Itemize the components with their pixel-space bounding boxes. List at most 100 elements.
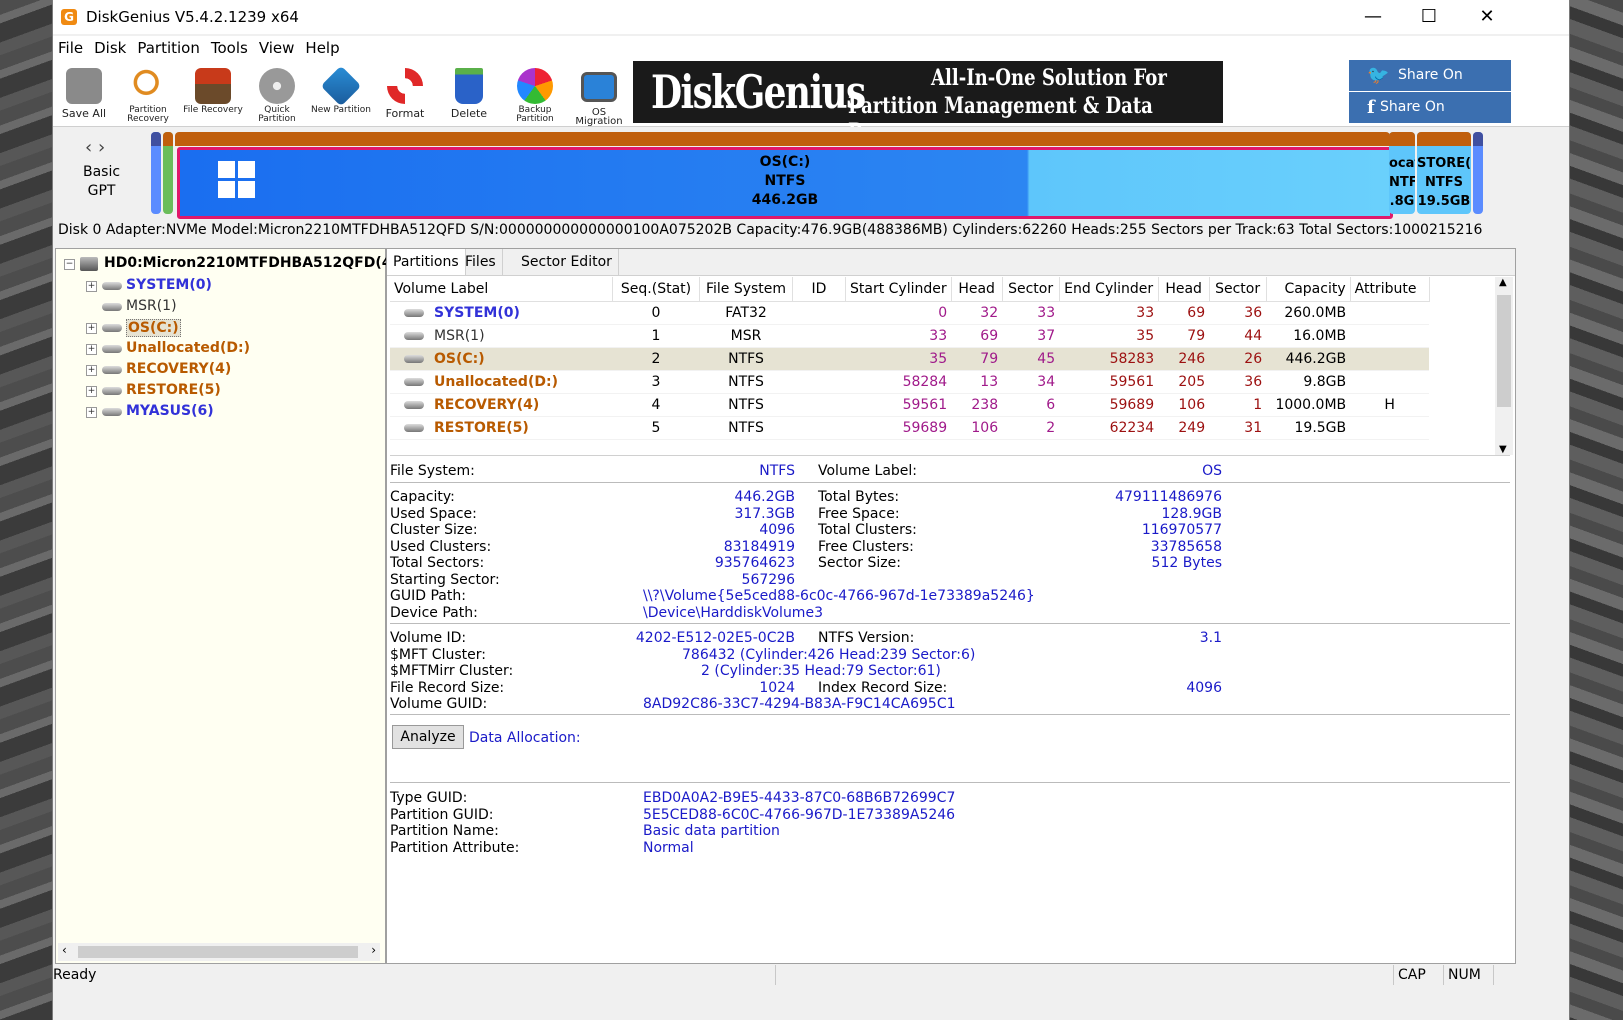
drive-icon (102, 408, 122, 416)
cell-head: 69 (951, 324, 1003, 348)
partition-os-fs: NTFS (764, 173, 806, 189)
col-id[interactable]: ID (792, 277, 846, 302)
close-button[interactable]: ✕ (1459, 0, 1515, 34)
title-bar: G DiskGenius V5.4.2.1239 x64 — ☐ ✕ (53, 0, 1569, 34)
partition-segment-msr[interactable] (163, 132, 173, 214)
chevron-left-icon[interactable]: ‹ (85, 137, 92, 158)
partition-recovery-button[interactable]: Partition Recovery (117, 64, 179, 124)
partition-os-block[interactable]: OS(C:) NTFS 446.2GB (177, 147, 1393, 219)
chevron-left-icon[interactable]: ‹ (62, 943, 67, 957)
toolbar-label: OS Migration (575, 107, 623, 127)
cell-end-head: 246 (1158, 347, 1210, 371)
disk-type-gpt: GPT (87, 183, 116, 199)
expand-icon[interactable]: + (86, 386, 97, 397)
col-end-cylinder[interactable]: End Cylinder (1059, 277, 1159, 302)
minimize-button[interactable]: — (1345, 0, 1401, 34)
menu-tools[interactable]: Tools (206, 36, 254, 57)
disk-nav-arrows[interactable]: ‹ › (85, 137, 105, 158)
col-volume-label[interactable]: Volume Label (390, 277, 613, 302)
col-attribute[interactable]: Attribute (1350, 277, 1430, 302)
disc-icon (259, 68, 295, 104)
delete-button[interactable]: Delete (438, 64, 500, 124)
table-row[interactable]: SYSTEM(0) 0 FAT32 0 32 33 33 69 36 260.0… (390, 301, 1430, 325)
row-label-cell: RECOVERY(4) (390, 393, 613, 417)
partition-segment-system[interactable] (151, 132, 161, 214)
cell-head: 79 (951, 347, 1003, 371)
table-row-selected[interactable]: OS(C:) 2 NTFS 35 79 45 58283 246 26 446.… (390, 347, 1430, 371)
menu-help[interactable]: Help (300, 36, 345, 57)
toolbar-label: Delete (450, 107, 488, 120)
table-header-row: Volume Label Seq.(Stat) File System ID S… (390, 277, 1430, 302)
cell-end-head: 205 (1158, 370, 1210, 394)
tree-item-label: SYSTEM(0) (126, 277, 212, 293)
cell-fs: FAT32 (699, 301, 793, 325)
format-button[interactable]: Format (374, 64, 436, 124)
col-capacity[interactable]: Capacity (1266, 277, 1351, 302)
table-row[interactable]: Unallocated(D:) 3 NTFS 58284 13 34 59561… (390, 370, 1430, 394)
cell-start-cyl: 59561 (845, 393, 952, 417)
tree-item-label: MYASUS(6) (126, 403, 214, 419)
tree-horizontal-scrollbar[interactable]: ‹ › (58, 943, 380, 961)
col-end-head[interactable]: Head (1158, 277, 1210, 302)
col-seq[interactable]: Seq.(Stat) (612, 277, 700, 302)
expand-icon[interactable]: + (86, 365, 97, 376)
guid-path-value: \\?\Volume{5e5ced88-6c0c-4766-967d-1e733… (643, 588, 1035, 604)
partition-segment-restore[interactable]: STORE( NTFS 19.5GB (1417, 132, 1471, 214)
col-end-sector[interactable]: Sector (1209, 277, 1267, 302)
tab-sector-editor[interactable]: Sector Editor (513, 249, 619, 275)
save-all-button[interactable]: Save All (53, 64, 115, 124)
expand-icon[interactable]: + (86, 281, 97, 292)
os-migration-button[interactable]: OS Migration (568, 64, 630, 127)
new-partition-button[interactable]: New Partition (310, 64, 372, 124)
file-recovery-icon (195, 68, 231, 104)
share-facebook-button[interactable]: f Share On Facebook (1349, 92, 1511, 146)
cell-end-sector: 1 (1209, 393, 1267, 417)
file-recovery-button[interactable]: File Recovery (182, 64, 244, 124)
partition-segment-small[interactable]: ocat NTF .8G (1389, 132, 1415, 214)
share-twitter-button[interactable]: 🐦 Share On Twitter (1349, 60, 1511, 114)
expand-icon[interactable]: + (86, 344, 97, 355)
table-row[interactable]: RESTORE(5) 5 NTFS 59689 106 2 62234 249 … (390, 416, 1430, 440)
expand-icon[interactable]: + (86, 407, 97, 418)
cell-seq: 2 (612, 347, 700, 371)
chevron-right-icon[interactable]: › (98, 137, 105, 158)
scrollbar-thumb[interactable] (78, 946, 358, 958)
backup-partition-button[interactable]: Backup Partition (504, 64, 566, 124)
col-start-cylinder[interactable]: Start Cylinder (845, 277, 952, 302)
col-sector[interactable]: Sector (1002, 277, 1060, 302)
table-vertical-scrollbar[interactable]: ▲ ▼ (1495, 277, 1513, 455)
row-label: MSR(1) (434, 328, 485, 344)
menu-file[interactable]: File (53, 36, 89, 57)
table-row[interactable]: RECOVERY(4) 4 NTFS 59561 238 6 59689 106… (390, 393, 1430, 417)
collapse-icon[interactable]: − (64, 259, 75, 270)
partition-table: Volume Label Seq.(Stat) File System ID S… (390, 277, 1430, 440)
menu-disk[interactable]: Disk (89, 36, 132, 57)
tab-partitions[interactable]: Partitions (387, 249, 466, 275)
disk-map: ‹ › Basic GPT OS(C:) NTFS 446.2GB ocat N… (53, 127, 1569, 219)
chevron-down-icon[interactable]: ▼ (1499, 444, 1507, 455)
partition-small-fs: NTF (1389, 175, 1415, 190)
expand-icon[interactable]: + (86, 323, 97, 334)
col-head[interactable]: Head (951, 277, 1003, 302)
table-row[interactable]: MSR(1) 1 MSR 33 69 37 35 79 44 16.0MB (390, 324, 1430, 348)
fs-label: File System: (390, 463, 475, 479)
tab-files[interactable]: Files (459, 249, 503, 275)
promo-banner[interactable]: DiskGenius All-In-One Solution For Parti… (633, 61, 1223, 145)
used-clusters-label: Used Clusters: (390, 538, 492, 555)
partition-guid-value: 5E5CED88-6C0C-4766-967D-1E73389A5246 (643, 806, 956, 823)
partition-segment-myasus[interactable] (1473, 132, 1483, 214)
maximize-button[interactable]: ☐ (1401, 0, 1457, 34)
menu-partition[interactable]: Partition (132, 36, 206, 57)
analyze-button[interactable]: Analyze (392, 725, 464, 749)
mftmirr-cluster-value: 2 (Cylinder:35 Head:79 Sector:61) (701, 663, 941, 679)
row-label: Unallocated(D:) (434, 374, 558, 390)
chevron-up-icon[interactable]: ▲ (1499, 277, 1507, 288)
drive-icon (404, 424, 424, 432)
chevron-right-icon[interactable]: › (371, 943, 376, 957)
menu-view[interactable]: View (254, 36, 301, 57)
twitter-icon: 🐦 (1367, 65, 1390, 86)
used-space-label: Used Space: (390, 505, 477, 522)
col-file-system[interactable]: File System (699, 277, 793, 302)
quick-partition-button[interactable]: Quick Partition (246, 64, 308, 124)
scrollbar-thumb[interactable] (1497, 295, 1511, 407)
